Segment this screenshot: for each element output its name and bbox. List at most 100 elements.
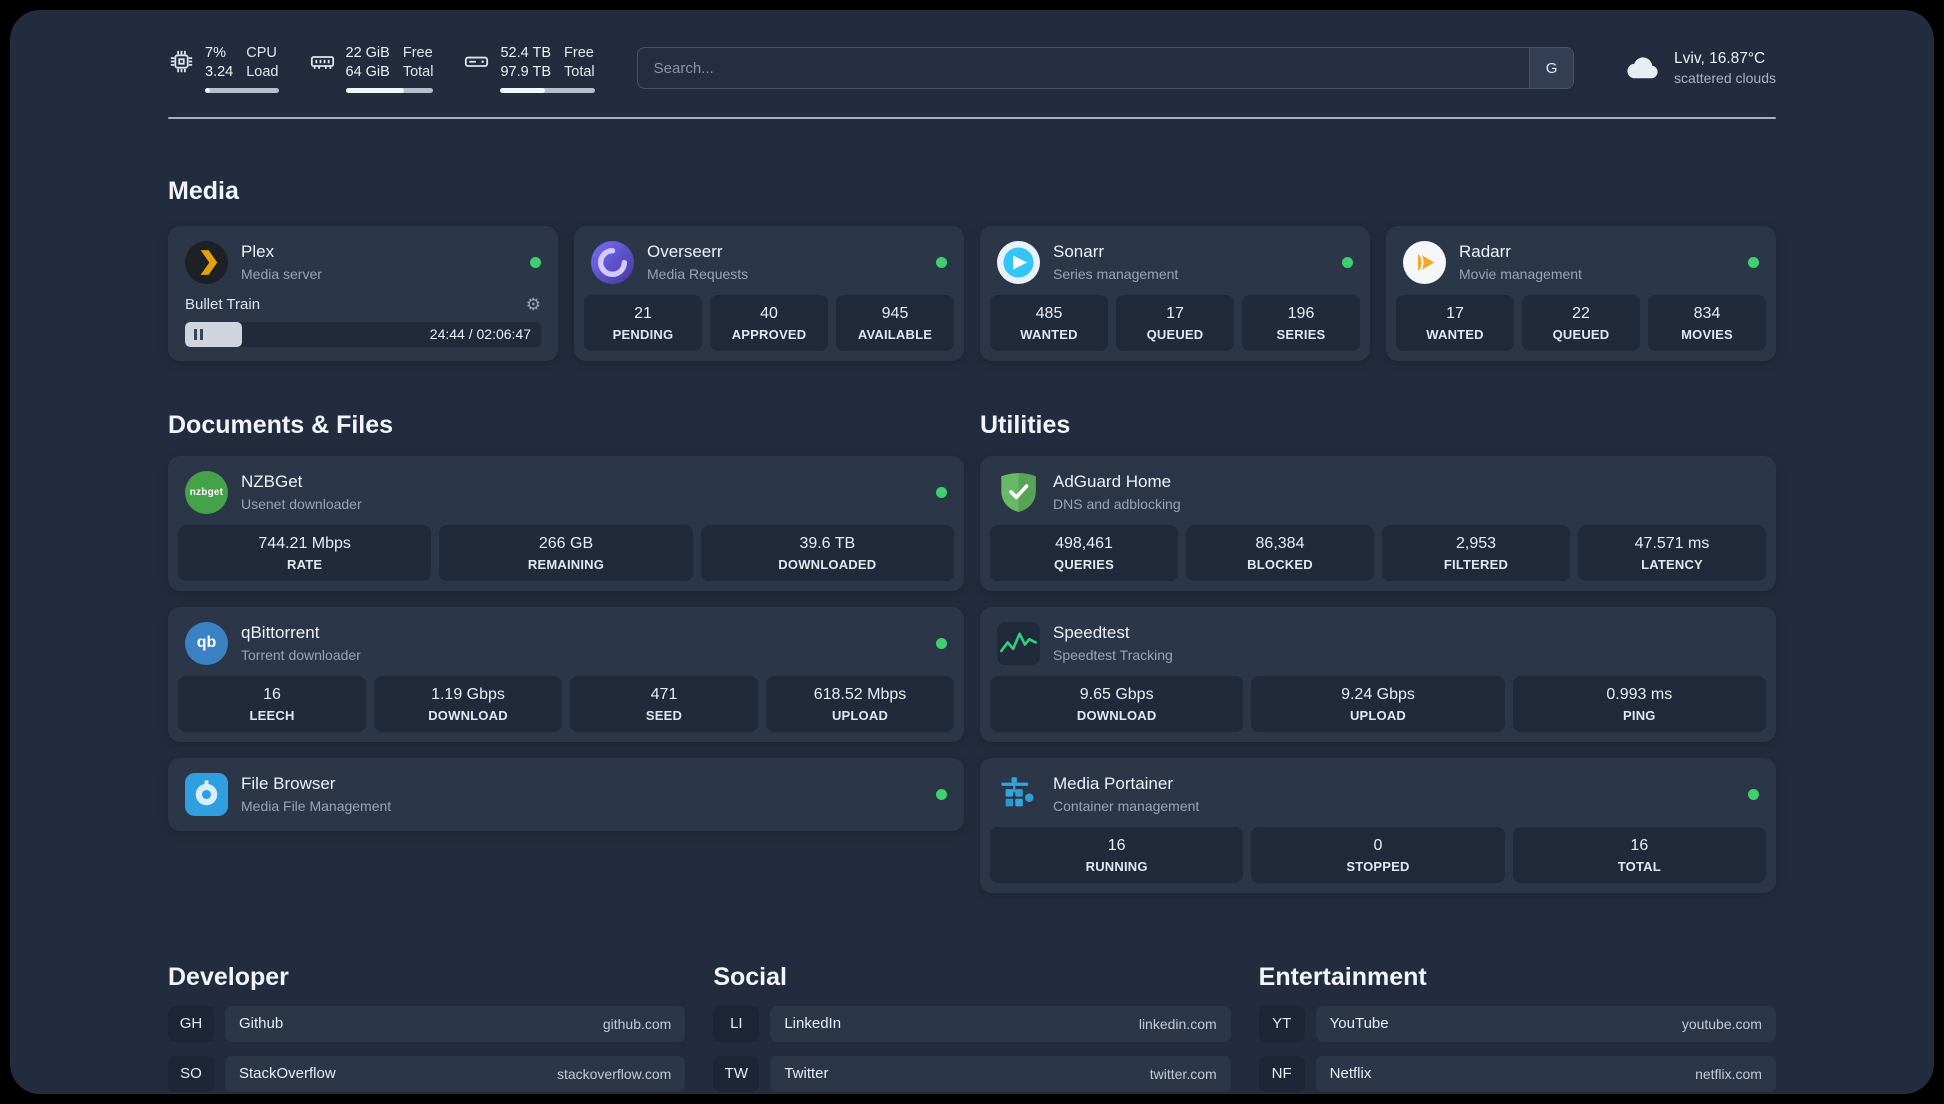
disk-total-value: 97.9 TB bbox=[500, 63, 552, 80]
bookmark-link-stackoverflow[interactable]: StackOverflow stackoverflow.com bbox=[225, 1055, 686, 1092]
app-name: qBittorrent bbox=[241, 623, 320, 643]
bookmark-abbr: LI bbox=[713, 1005, 760, 1042]
adguard-card[interactable]: AdGuard Home DNS and adblocking 498,461 … bbox=[980, 455, 1776, 591]
section-title-developer: Developer bbox=[168, 962, 289, 991]
disk-widget: 52.4 TB 97.9 TB Free Total bbox=[463, 44, 595, 93]
stat-value: 17 bbox=[1166, 304, 1184, 322]
weather-widget[interactable]: Lviv, 16.87°C scattered clouds bbox=[1624, 49, 1776, 87]
status-dot bbox=[1342, 256, 1353, 268]
stat-value: 40 bbox=[760, 304, 778, 322]
nzbget-card[interactable]: nzbget NZBGet Usenet downloader 744.21 M… bbox=[168, 455, 964, 591]
stat-tile: 39.6 TB DOWNLOADED bbox=[700, 524, 954, 581]
portainer-card[interactable]: Media Portainer Container management 16 … bbox=[980, 757, 1776, 893]
stat-tile: 16 TOTAL bbox=[1512, 826, 1766, 883]
status-dot bbox=[936, 788, 947, 800]
adguard-shield-icon bbox=[997, 471, 1040, 514]
stat-label: SEED bbox=[645, 707, 683, 723]
overseerr-icon bbox=[591, 240, 634, 284]
stat-label: LATENCY bbox=[1641, 556, 1703, 572]
sonarr-card[interactable]: Sonarr Series management 485 WANTED 17 Q… bbox=[980, 225, 1370, 361]
bookmark-url: github.com bbox=[602, 1015, 672, 1032]
bookmark-url: stackoverflow.com bbox=[556, 1065, 672, 1082]
cpu-label-primary: CPU bbox=[246, 45, 277, 61]
playback-progress-bar[interactable]: 24:44 / 02:06:47 bbox=[185, 321, 541, 347]
playback-time: 24:44 / 02:06:47 bbox=[429, 326, 531, 343]
app-name: Media Portainer bbox=[1053, 774, 1174, 794]
stat-label: AVAILABLE bbox=[857, 326, 933, 342]
stat-tile: 40 APPROVED bbox=[710, 294, 828, 351]
bookmark-abbr: TW bbox=[713, 1055, 760, 1092]
stat-label: APPROVED bbox=[731, 326, 807, 342]
filebrowser-card[interactable]: File Browser Media File Management bbox=[168, 757, 964, 831]
overseerr-card[interactable]: Overseerr Media Requests 21 PENDING 40 A… bbox=[574, 225, 964, 361]
cpu-load-value: 3.24 bbox=[205, 63, 234, 80]
ram-label-primary: Free bbox=[402, 45, 433, 61]
stat-value: 485 bbox=[1035, 304, 1063, 322]
stat-tile: 22 QUEUED bbox=[1522, 294, 1640, 351]
bookmark-name: StackOverflow bbox=[239, 1065, 336, 1083]
bookmark-link-linkedin[interactable]: LinkedIn linkedin.com bbox=[770, 1005, 1231, 1042]
qbittorrent-card[interactable]: qb qBittorrent Torrent downloader 16 LEE… bbox=[168, 606, 964, 742]
settings-gear-icon[interactable]: ⚙ bbox=[526, 296, 541, 313]
bookmark-name: LinkedIn bbox=[784, 1015, 842, 1033]
top-bar: 7% 3.24 CPU Load 22 GiB 64 GiB Free Tota… bbox=[168, 44, 1776, 93]
app-desc: Speedtest Tracking bbox=[1053, 646, 1173, 663]
bookmark-link-github[interactable]: Github github.com bbox=[225, 1005, 686, 1042]
stat-tile: 0.993 ms PING bbox=[1512, 675, 1766, 732]
stat-label: MOVIES bbox=[1681, 326, 1733, 342]
stat-tile: 17 WANTED bbox=[1396, 294, 1514, 351]
app-desc: DNS and adblocking bbox=[1053, 495, 1181, 512]
stat-value: 1.19 Gbps bbox=[431, 685, 505, 703]
search-engine-button[interactable]: G bbox=[1529, 48, 1574, 89]
stat-label: QUERIES bbox=[1054, 556, 1114, 572]
bookmark-name: Twitter bbox=[784, 1065, 829, 1083]
stat-tile: 9.24 Gbps UPLOAD bbox=[1251, 675, 1505, 732]
bookmarks-developer: Developer GH Github github.com SO StackO… bbox=[168, 962, 686, 1094]
stat-label: PING bbox=[1623, 707, 1656, 723]
bookmark-link-youtube[interactable]: YouTube youtube.com bbox=[1315, 1005, 1776, 1042]
bookmark-link-netflix[interactable]: Netflix netflix.com bbox=[1315, 1055, 1776, 1092]
search-input[interactable] bbox=[637, 48, 1530, 89]
bookmark-link-twitter[interactable]: Twitter twitter.com bbox=[770, 1055, 1231, 1092]
stat-tile: 9.65 Gbps DOWNLOAD bbox=[990, 675, 1244, 732]
stat-label: REMAINING bbox=[527, 556, 605, 572]
stat-label: QUEUED bbox=[1146, 326, 1204, 342]
stat-tile: 86,384 BLOCKED bbox=[1186, 524, 1374, 581]
stat-value: 47.571 ms bbox=[1634, 534, 1710, 552]
plex-card[interactable]: Plex Media server Bullet Train ⚙ 24:44 /… bbox=[168, 225, 558, 361]
stat-value: 16 bbox=[1107, 836, 1126, 854]
app-desc: Media Requests bbox=[647, 265, 749, 282]
stat-value: 196 bbox=[1287, 304, 1315, 322]
stat-label: QUEUED bbox=[1552, 326, 1610, 342]
stat-value: 22 bbox=[1572, 304, 1590, 322]
disk-usage-bar bbox=[500, 87, 595, 93]
bookmarks-entertainment: Entertainment YT YouTube youtube.com NF … bbox=[1258, 963, 1776, 1094]
stat-label: UPLOAD bbox=[1349, 707, 1407, 723]
status-dot bbox=[530, 256, 541, 268]
stat-value: 2,953 bbox=[1455, 534, 1497, 552]
app-desc: Movie management bbox=[1459, 265, 1582, 282]
disk-label-primary: Free bbox=[564, 45, 594, 61]
ram-label-secondary: Total bbox=[402, 63, 434, 80]
stat-value: 471 bbox=[650, 685, 678, 703]
stat-label: WANTED bbox=[1020, 326, 1078, 342]
bookmark-name: Github bbox=[239, 1015, 284, 1033]
pause-icon[interactable] bbox=[194, 328, 203, 340]
section-title-media: Media bbox=[168, 176, 239, 205]
cpu-usage-bar bbox=[205, 87, 279, 93]
stat-tile: 945 AVAILABLE bbox=[836, 294, 954, 351]
radarr-card[interactable]: Radarr Movie management 17 WANTED 22 QUE… bbox=[1386, 225, 1776, 361]
app-name: AdGuard Home bbox=[1053, 472, 1172, 492]
sonarr-icon bbox=[997, 240, 1040, 284]
stat-label: WANTED bbox=[1426, 326, 1484, 342]
stat-value: 744.21 Mbps bbox=[258, 534, 351, 552]
app-name: Plex bbox=[241, 242, 275, 262]
bookmark-abbr: GH bbox=[168, 1005, 214, 1042]
search-bar[interactable]: G bbox=[636, 47, 1575, 90]
disk-icon bbox=[463, 44, 490, 75]
weather-condition: scattered clouds bbox=[1674, 70, 1776, 87]
stat-tile: 618.52 Mbps UPLOAD bbox=[766, 675, 954, 732]
speedtest-card[interactable]: Speedtest Speedtest Tracking 9.65 Gbps D… bbox=[980, 606, 1776, 742]
app-name: File Browser bbox=[241, 774, 336, 794]
stat-value: 834 bbox=[1693, 304, 1721, 322]
